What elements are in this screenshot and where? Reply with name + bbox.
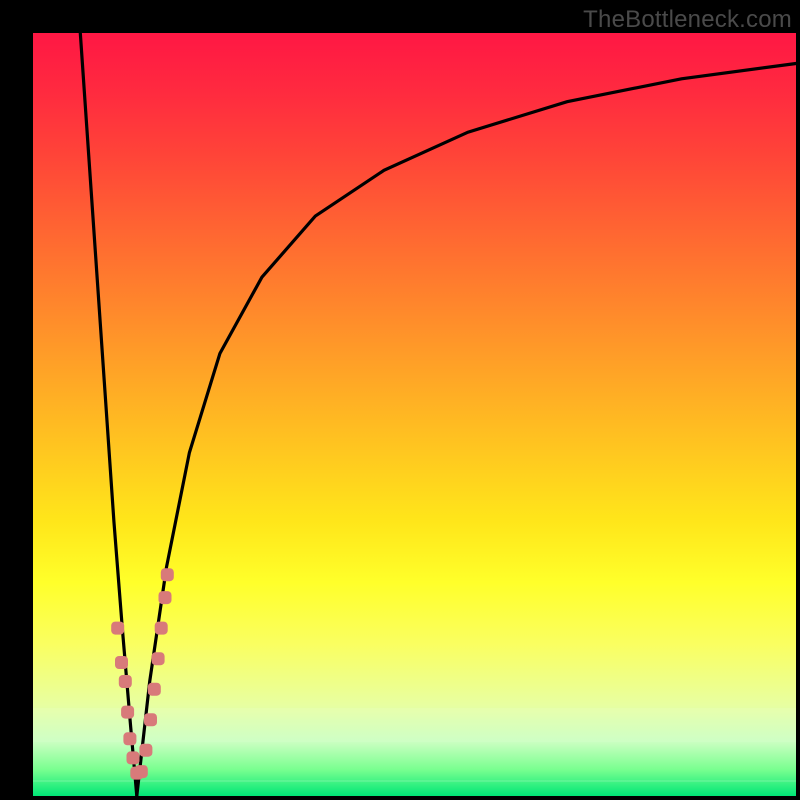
- data-marker: [139, 744, 152, 757]
- watermark-text: TheBottleneck.com: [583, 6, 792, 34]
- data-marker: [161, 568, 174, 581]
- data-marker: [144, 713, 157, 726]
- data-marker: [111, 622, 124, 635]
- data-marker: [123, 732, 136, 745]
- data-marker: [148, 683, 161, 696]
- data-marker: [119, 675, 132, 688]
- data-marker: [121, 706, 134, 719]
- data-marker: [159, 591, 172, 604]
- curve-layer: [33, 33, 796, 796]
- data-marker: [152, 652, 165, 665]
- plot-area: [33, 33, 796, 796]
- curve-right-branch: [137, 64, 796, 797]
- data-marker: [135, 765, 148, 778]
- chart-frame: TheBottleneck.com: [0, 0, 800, 800]
- data-marker: [155, 622, 168, 635]
- data-marker: [127, 751, 140, 764]
- data-marker: [115, 656, 128, 669]
